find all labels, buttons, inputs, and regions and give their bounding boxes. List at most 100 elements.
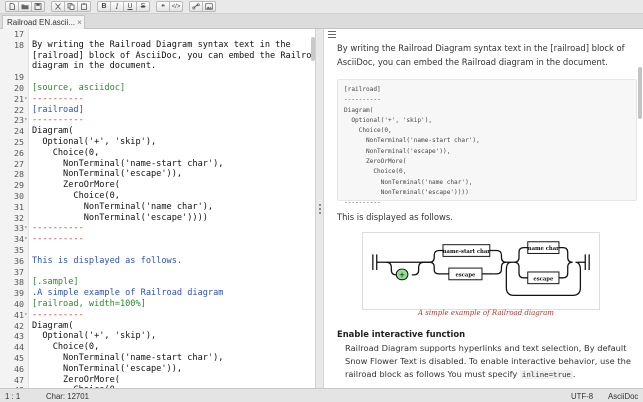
copy-button[interactable] (64, 1, 78, 12)
line-number: 39 (14, 288, 24, 299)
code-line[interactable]: 22 [railroad] (0, 104, 315, 116)
line-text: [railroad, width=100%] (32, 298, 146, 309)
menu-icon[interactable] (328, 31, 336, 38)
split-divider[interactable] (316, 29, 324, 388)
encoding[interactable]: UTF-8 (571, 392, 593, 401)
strikethrough-button[interactable]: S (136, 1, 150, 12)
diagram-escape-2: escape (533, 276, 554, 282)
line-text: [.sample] (32, 277, 79, 288)
line-text: ---------- (32, 115, 84, 126)
close-icon[interactable]: × (75, 18, 84, 27)
fold-marker-icon[interactable]: ▾ (24, 234, 29, 245)
section-heading: Enable interactive function (337, 329, 466, 339)
code-line[interactable]: 38 [.sample] (0, 277, 315, 288)
quote-button[interactable]: ❝ (156, 1, 170, 12)
line-text: ---------- (32, 93, 84, 104)
open-folder-button[interactable] (18, 1, 32, 12)
code-editor[interactable]: 17 18 By writing the Railroad Diagram synt… (0, 29, 316, 388)
preview-scrollbar[interactable] (638, 67, 642, 119)
line-text: By writing the Railroad Diagram syntax t… (32, 39, 291, 50)
line-number: 46 (14, 363, 24, 374)
line-text: [railroad] (32, 104, 84, 115)
line-number: 27 (14, 158, 24, 169)
code-button[interactable]: </> (169, 1, 183, 12)
underline-button[interactable]: U (123, 1, 137, 12)
link-button[interactable] (189, 1, 203, 12)
code-line[interactable]: 33 ▾ ---------- (0, 223, 315, 234)
code-line[interactable]: 21 ▾ ---------- (0, 93, 315, 105)
code-line[interactable]: 25 Optional('+', 'skip'), (0, 136, 315, 148)
code-line[interactable]: 45 NonTerminal('name-start char'), (0, 352, 315, 364)
cut-icon (55, 3, 61, 10)
section-body: Railroad Diagram supports hyperlinks and… (345, 342, 635, 381)
clipboard-group (51, 1, 91, 12)
line-number: 24 (14, 126, 24, 137)
code-line[interactable]: 32 NonTerminal('escape')))) (0, 212, 315, 224)
line-number: 37 (14, 266, 24, 277)
code-line[interactable]: 28 NonTerminal('escape')), (0, 169, 315, 180)
line-text: NonTerminal('name-start char'), (32, 158, 224, 169)
code-line[interactable]: 37 (0, 266, 315, 278)
line-number: 43 (14, 331, 24, 342)
inline-code: inline=true (519, 370, 573, 379)
code-line[interactable]: 23 ▾ ---------- (0, 115, 315, 126)
line-number: 33 (14, 223, 24, 234)
code-line[interactable]: 43 Optional('+', 'skip'), (0, 331, 315, 342)
code-line[interactable]: 46 NonTerminal('escape')), (0, 363, 315, 375)
code-line[interactable]: 47 ZeroOrMore( (0, 375, 315, 386)
cut-button[interactable] (51, 1, 65, 12)
italic-button[interactable]: I (110, 1, 124, 12)
editor-scrollbar[interactable] (311, 37, 315, 61)
line-number: 20 (14, 82, 24, 93)
code-line[interactable]: 40 [railroad, width=100%] (0, 298, 315, 310)
line-number: 17 (14, 29, 24, 39)
preview-pane: By writing the Railroad Diagram syntax t… (324, 29, 643, 388)
code-line[interactable]: 42 Diagram( (0, 321, 315, 332)
code-line[interactable]: 34 ▾ ---------- (0, 234, 315, 245)
line-text: [railroad] block of AsciiDoc, you can em… (32, 50, 316, 61)
line-number: 34 (14, 234, 24, 245)
bold-button[interactable]: B (97, 1, 111, 12)
diagram-escape-1: escape (455, 272, 476, 278)
line-number: 25 (14, 136, 24, 147)
image-button[interactable] (202, 1, 216, 12)
code-line[interactable]: diagram in the document. (0, 61, 315, 72)
listing-block: [railroad] ---------- Diagram( Optional(… (337, 79, 637, 206)
code-line[interactable]: 20 [source, asciidoc] (0, 82, 315, 94)
fold-marker-icon[interactable]: ▾ (24, 94, 29, 105)
diagram-name-char: name char (528, 246, 559, 252)
line-number: 45 (14, 352, 24, 363)
line-text: Choice(0, (32, 342, 100, 353)
line-number: 29 (14, 180, 24, 191)
code-line[interactable]: 41 ▾ ---------- (0, 309, 315, 321)
new-file-button[interactable] (5, 1, 19, 12)
tab-railroad-en[interactable]: Railroad EN.ascii... × (2, 15, 85, 29)
code-line[interactable]: 31 NonTerminal('name char'), (0, 202, 315, 213)
code-line[interactable]: 39 .A simple example of Railroad diagram (0, 288, 315, 299)
code-line[interactable]: 24 Diagram( (0, 126, 315, 137)
diagram-plus-terminal: + (399, 270, 406, 279)
code-line[interactable]: 19 (0, 72, 315, 83)
paste-button[interactable] (77, 1, 91, 12)
document-mode[interactable]: AsciiDoc (608, 392, 638, 401)
line-text: ---------- (32, 309, 84, 320)
code-line[interactable]: 18 By writing the Railroad Diagram syntax… (0, 39, 315, 51)
code-line[interactable]: 44 Choice(0, (0, 342, 315, 353)
code-line[interactable]: 35 (0, 245, 315, 256)
fold-marker-icon[interactable]: ▾ (24, 223, 29, 234)
save-button[interactable] (31, 1, 45, 12)
line-text: Diagram( (32, 126, 74, 137)
code-line[interactable]: 36 This is displayed as follows. (0, 256, 315, 267)
preview-intro: By writing the Railroad Diagram syntax t… (337, 43, 625, 67)
fold-marker-icon[interactable]: ▾ (24, 310, 29, 321)
line-number: 32 (14, 212, 24, 223)
fold-marker-icon[interactable]: ▾ (24, 115, 29, 126)
figure-caption: A simple example of Railroad diagram (418, 309, 554, 317)
code-line[interactable]: 29 ZeroOrMore( (0, 180, 315, 191)
code-line[interactable]: [railroad] block of AsciiDoc, you can em… (0, 50, 316, 62)
code-line[interactable]: 30 Choice(0, (0, 191, 315, 202)
code-line[interactable]: 17 (0, 29, 315, 40)
code-line[interactable]: 26 Choice(0, (0, 148, 315, 159)
insert-group (189, 1, 216, 12)
code-line[interactable]: 27 NonTerminal('name-start char'), (0, 158, 315, 170)
